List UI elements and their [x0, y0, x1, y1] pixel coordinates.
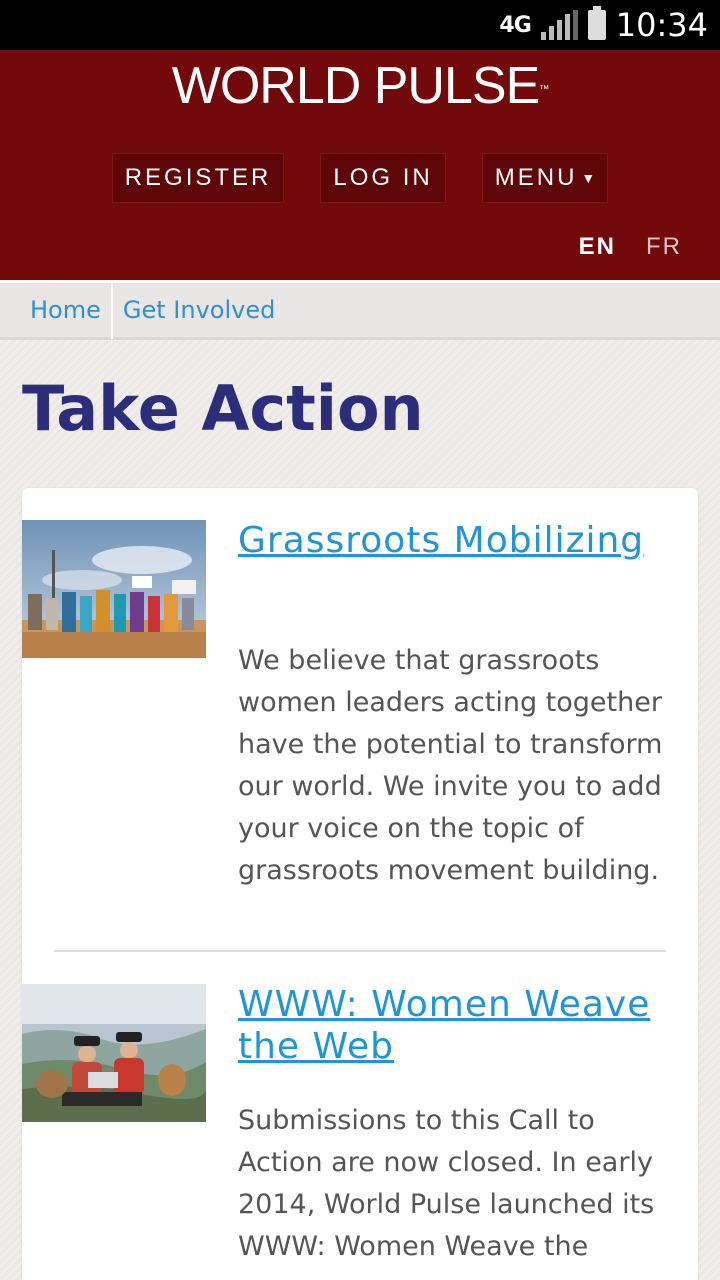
menu-label: MENU: [494, 164, 578, 191]
page-title: Take Action: [22, 372, 424, 445]
breadcrumb-home[interactable]: Home: [0, 281, 113, 339]
women-weave-the-web-link[interactable]: WWW: Women Weave the Web: [238, 984, 678, 1068]
trademark-mark: ™: [539, 84, 549, 95]
language-en[interactable]: EN: [579, 233, 616, 261]
language-fr[interactable]: FR: [646, 233, 682, 261]
status-bar: 4G 10:34: [0, 0, 720, 50]
women-weave-photo[interactable]: [22, 984, 206, 1122]
clock: 10:34: [615, 6, 708, 44]
register-label: REGISTER: [124, 164, 272, 191]
signal-icon: [540, 10, 578, 40]
logo-text: WORLD PULSE: [171, 57, 541, 115]
grassroots-photo[interactable]: [22, 520, 206, 658]
language-switcher: EN FR: [579, 233, 682, 261]
breadcrumb: Home Get Involved: [0, 281, 720, 340]
site-header: WORLD PULSE™ REGISTER LOG IN MENU ▼ EN FR: [0, 50, 720, 283]
login-button[interactable]: LOG IN: [320, 153, 446, 203]
main-nav: REGISTER LOG IN MENU ▼: [0, 153, 720, 203]
register-button[interactable]: REGISTER: [111, 153, 285, 203]
main-content: Take Action Grassroots Mobilizing We bel…: [0, 340, 720, 1280]
item-description: We believe that grassroots women leaders…: [238, 645, 663, 886]
network-indicator: 4G: [499, 12, 531, 38]
menu-button[interactable]: MENU ▼: [481, 153, 609, 203]
caret-down-icon: ▼: [581, 170, 596, 186]
battery-icon: [587, 6, 606, 40]
item-description: Submissions to this Call to Action are n…: [238, 1105, 655, 1262]
divider: [54, 950, 666, 952]
action-list-card: Grassroots Mobilizing We believe that gr…: [22, 488, 698, 1280]
grassroots-mobilizing-link[interactable]: Grassroots Mobilizing: [238, 520, 678, 562]
site-logo[interactable]: WORLD PULSE™: [0, 56, 720, 116]
breadcrumb-get-involved[interactable]: Get Involved: [113, 282, 285, 339]
login-label: LOG IN: [333, 164, 433, 191]
